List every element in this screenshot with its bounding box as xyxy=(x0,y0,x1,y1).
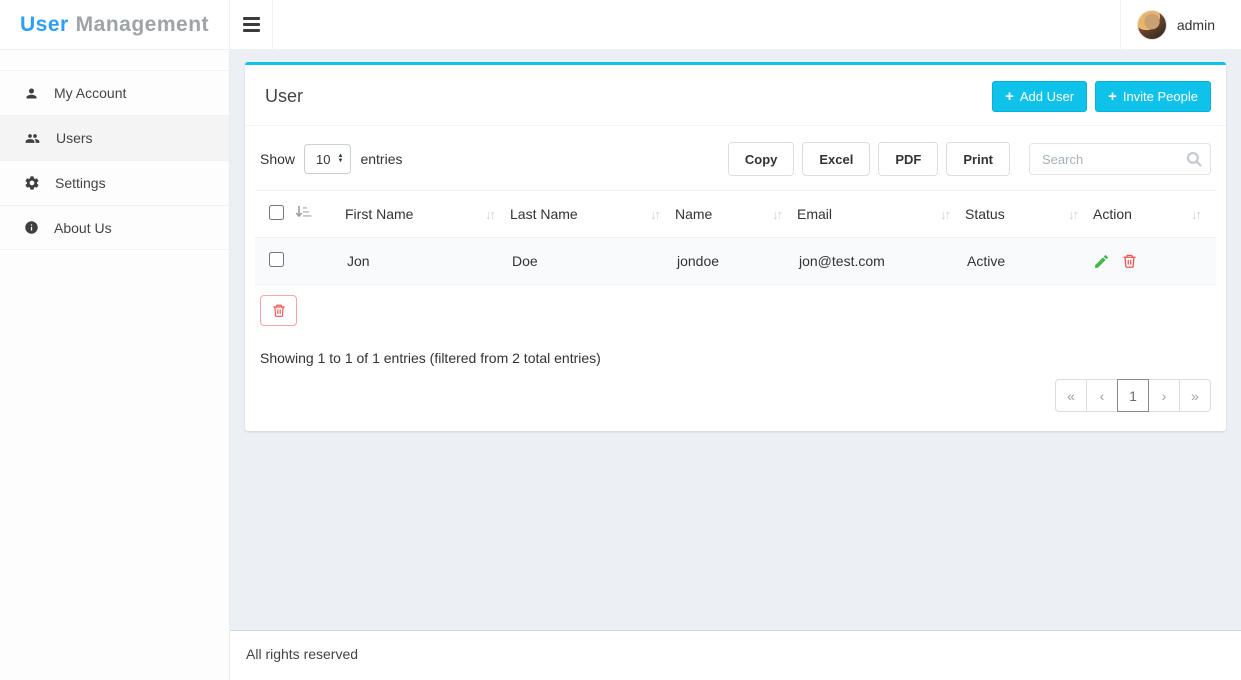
header-actions: + Add User + Invite People xyxy=(992,81,1211,112)
name-cell: jondoe xyxy=(675,238,797,285)
column-header-name[interactable]: Name↓↑ xyxy=(675,191,797,238)
show-label: Show xyxy=(260,151,295,167)
pagination: « ‹ 1 › » xyxy=(1056,379,1211,412)
avatar xyxy=(1137,10,1167,40)
column-header-status[interactable]: Status↓↑ xyxy=(965,191,1093,238)
sidebar-toggle-button[interactable] xyxy=(230,0,273,49)
hamburger-icon xyxy=(243,17,260,20)
logo-part-management: Management xyxy=(76,13,209,37)
sort-icon: ↓↑ xyxy=(1062,207,1077,222)
table-header-row: First Name↓↑ Last Name↓↑ Name↓↑ Email↓↑ xyxy=(255,191,1216,238)
app-logo[interactable]: User Management xyxy=(0,0,230,49)
user-menu[interactable]: admin xyxy=(1120,0,1241,49)
username-label: admin xyxy=(1177,17,1215,33)
column-header-email[interactable]: Email↓↑ xyxy=(797,191,965,238)
card-body: Show 10 ▲▼ entries Copy Excel PDF Print xyxy=(245,126,1226,431)
select-spinner-icon: ▲▼ xyxy=(338,154,344,164)
export-buttons: Copy Excel PDF Print xyxy=(728,142,1010,176)
pagination-last-button[interactable]: » xyxy=(1179,379,1211,412)
footer: All rights reserved xyxy=(230,630,1241,680)
print-button[interactable]: Print xyxy=(946,142,1010,176)
pagination-next-button[interactable]: › xyxy=(1148,379,1180,412)
sort-icon: ↓↑ xyxy=(934,207,949,222)
first-name-cell: Jon xyxy=(345,238,510,285)
column-header-last-name[interactable]: Last Name↓↑ xyxy=(510,191,675,238)
top-navbar: User Management admin xyxy=(0,0,1241,50)
sidebar-item-label: Settings xyxy=(55,175,106,191)
copyright-text: All rights reserved xyxy=(246,646,358,662)
users-icon xyxy=(24,131,41,146)
column-header-action[interactable]: Action↓↑ xyxy=(1093,191,1216,238)
sort-icon: ↓↑ xyxy=(766,207,781,222)
table-row: Jon Doe jondoe jon@test.com Active xyxy=(255,238,1216,285)
users-table: First Name↓↑ Last Name↓↑ Name↓↑ Email↓↑ xyxy=(255,190,1216,285)
invite-people-button[interactable]: + Invite People xyxy=(1095,81,1211,112)
page-title: User xyxy=(265,86,303,107)
trash-icon xyxy=(272,303,286,318)
pagination-row: « ‹ 1 › » xyxy=(255,366,1216,415)
row-actions xyxy=(1093,253,1216,270)
sidebar-item-label: Users xyxy=(56,130,93,146)
pagination-prev-button[interactable]: ‹ xyxy=(1086,379,1118,412)
sort-icon: ↓↑ xyxy=(479,207,494,222)
email-cell: jon@test.com xyxy=(797,238,965,285)
trash-icon xyxy=(1122,253,1137,269)
status-cell: Active xyxy=(965,238,1093,285)
sort-icon: ↓↑ xyxy=(1185,207,1200,222)
row-checkbox[interactable] xyxy=(269,252,284,267)
bulk-delete-button[interactable] xyxy=(260,295,297,326)
copy-button[interactable]: Copy xyxy=(728,142,795,176)
gears-icon xyxy=(24,175,40,191)
sidebar-item-users[interactable]: Users xyxy=(0,115,229,160)
excel-button[interactable]: Excel xyxy=(802,142,870,176)
add-user-button[interactable]: + Add User xyxy=(992,81,1087,112)
table-controls: Show 10 ▲▼ entries Copy Excel PDF Print xyxy=(255,136,1216,190)
user-card: User + Add User + Invite People Show 10 xyxy=(245,62,1226,431)
search-box xyxy=(1029,143,1211,175)
info-icon xyxy=(24,220,39,235)
entries-label: entries xyxy=(360,151,402,167)
row-id-cell xyxy=(295,238,345,285)
user-icon xyxy=(24,86,39,101)
sort-icon: ↓↑ xyxy=(644,207,659,222)
page-size-select[interactable]: 10 ▲▼ xyxy=(304,144,351,174)
plus-icon: + xyxy=(1005,91,1014,103)
page-length-control: Show 10 ▲▼ entries xyxy=(260,144,402,174)
pdf-button[interactable]: PDF xyxy=(878,142,938,176)
table-summary: Showing 1 to 1 of 1 entries (filtered fr… xyxy=(255,326,1216,366)
plus-icon: + xyxy=(1108,91,1117,103)
pagination-first-button[interactable]: « xyxy=(1055,379,1087,412)
sidebar: My Account Users Settings About Us xyxy=(0,50,230,680)
pagination-page-1-button[interactable]: 1 xyxy=(1117,379,1149,412)
logo-part-user: User xyxy=(20,13,69,37)
search-icon xyxy=(1185,150,1203,168)
page-size-value: 10 xyxy=(316,152,330,167)
last-name-cell: Doe xyxy=(510,238,675,285)
sidebar-item-label: My Account xyxy=(54,85,126,101)
column-header-first-name[interactable]: First Name↓↑ xyxy=(345,191,510,238)
sidebar-item-about-us[interactable]: About Us xyxy=(0,205,229,250)
edit-row-button[interactable] xyxy=(1093,253,1110,270)
search-input[interactable] xyxy=(1029,143,1211,175)
select-all-checkbox[interactable] xyxy=(269,205,284,220)
content-area: User + Add User + Invite People Show 10 xyxy=(230,0,1241,431)
column-header-id-sort[interactable] xyxy=(295,191,345,238)
navbar-spacer xyxy=(273,0,1120,49)
sidebar-item-my-account[interactable]: My Account xyxy=(0,70,229,115)
edit-pencil-icon xyxy=(1093,253,1110,270)
sidebar-item-settings[interactable]: Settings xyxy=(0,160,229,205)
sort-amount-asc-icon xyxy=(295,205,312,220)
sidebar-item-label: About Us xyxy=(54,220,112,236)
delete-row-button[interactable] xyxy=(1122,253,1137,269)
card-header: User + Add User + Invite People xyxy=(245,65,1226,126)
